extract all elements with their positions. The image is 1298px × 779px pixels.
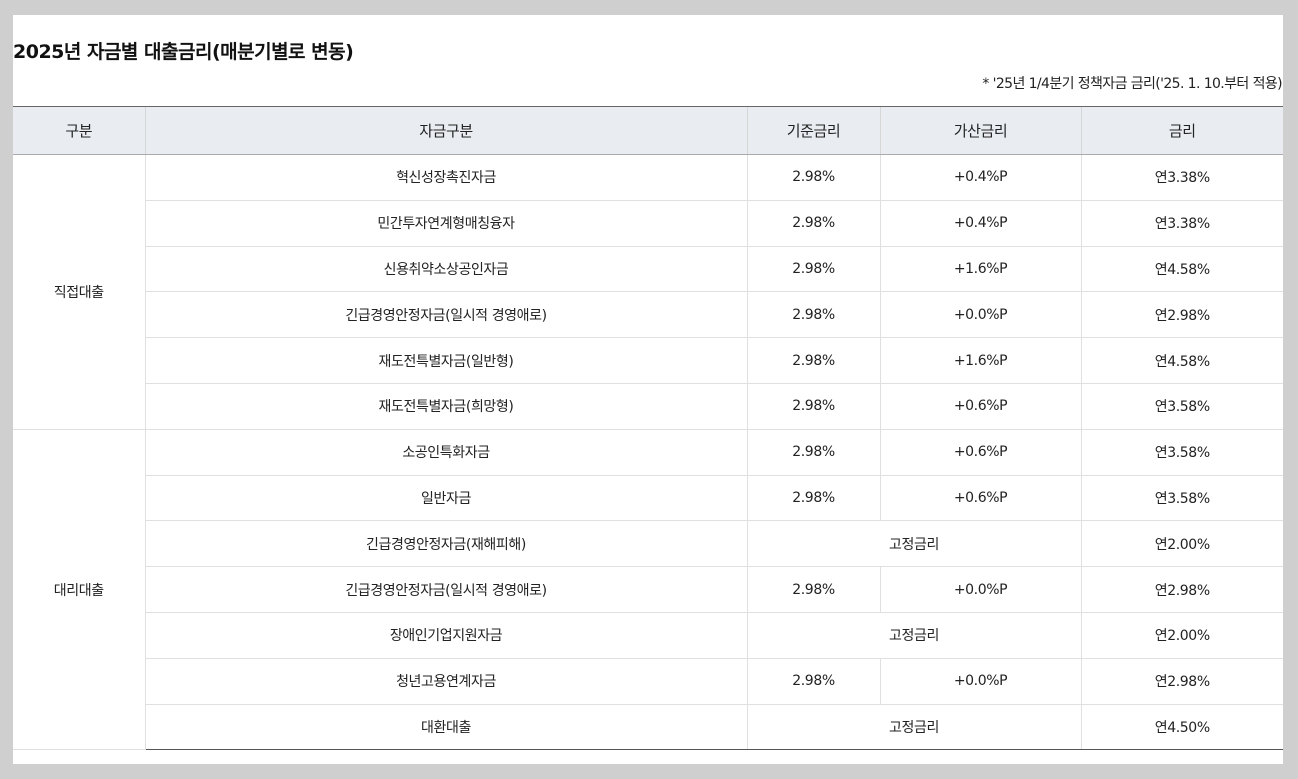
base-rate: 2.98% [746, 246, 880, 293]
header-add-rate: 가산금리 [879, 106, 1081, 155]
table-row: 재도전특별자금(희망형) 2.98% +0.6%P 연3.58% [13, 383, 1283, 430]
fund-name: 혁신성장촉진자금 [144, 154, 747, 201]
base-rate: 2.98% [746, 383, 880, 430]
table-row: 직접대출 혁신성장촉진자금 2.98% +0.4%P 연3.38% [13, 154, 1283, 430]
group-label-agency: 대리대출 [13, 429, 145, 751]
add-rate: +1.6%P [879, 246, 1081, 293]
add-rate: +0.6%P [879, 475, 1081, 522]
content-panel: 2025년 자금별 대출금리(매분기별로 변동) * '25년 1/4분기 정책… [13, 15, 1283, 764]
fixed-rate: 고정금리 [746, 612, 1081, 659]
rate: 연2.98% [1080, 658, 1283, 705]
table-row: 장애인기업지원자금 고정금리 연2.00% [13, 612, 1283, 659]
fund-name: 긴급경영안정자금(재해피해) [144, 520, 747, 568]
fund-name: 청년고용연계자금 [144, 658, 747, 705]
fund-name: 대환대출 [144, 704, 747, 751]
fund-name: 소공인특화자금 [144, 429, 747, 476]
rate: 연3.58% [1080, 383, 1283, 430]
table-row: 일반자금 2.98% +0.6%P 연3.58% [13, 475, 1283, 522]
header-category: 구분 [13, 106, 145, 155]
table-row: 대리대출 소공인특화자금 2.98% +0.6%P 연3.58% [13, 429, 1283, 751]
table-row: 긴급경영안정자금(재해피해) 고정금리 연2.00% [13, 520, 1283, 568]
fixed-rate: 고정금리 [746, 520, 1081, 568]
loan-rate-table: 구분 자금구분 기준금리 가산금리 금리 직접대출 혁신성장촉진자금 2.98%… [13, 106, 1283, 751]
add-rate: +0.0%P [879, 658, 1081, 705]
base-rate: 2.98% [746, 429, 880, 476]
rate: 연4.58% [1080, 337, 1283, 384]
fixed-rate: 고정금리 [746, 704, 1081, 751]
table-row: 민간투자연계형매칭융자 2.98% +0.4%P 연3.38% [13, 200, 1283, 247]
add-rate: +0.6%P [879, 383, 1081, 430]
fund-name: 장애인기업지원자금 [144, 612, 747, 659]
table-row: 재도전특별자금(일반형) 2.98% +1.6%P 연4.58% [13, 337, 1283, 384]
rate: 연4.50% [1080, 704, 1283, 751]
base-rate: 2.98% [746, 475, 880, 522]
add-rate: +0.6%P [879, 429, 1081, 476]
header-base-rate: 기준금리 [746, 106, 880, 155]
add-rate: +0.0%P [879, 291, 1081, 339]
fund-name: 일반자금 [144, 475, 747, 522]
rate: 연3.38% [1080, 200, 1283, 247]
rate: 연2.98% [1080, 566, 1283, 613]
table-header-row: 구분 자금구분 기준금리 가산금리 금리 [13, 106, 1283, 155]
rate-note: * '25년 1/4분기 정책자금 금리('25. 1. 10.부터 적용) [982, 76, 1282, 92]
table-row: 긴급경영안정자금(일시적 경영애로) 2.98% +0.0%P 연2.98% [13, 291, 1283, 339]
fund-name: 재도전특별자금(일반형) [144, 337, 747, 384]
group-label-direct: 직접대출 [13, 154, 145, 430]
base-rate: 2.98% [746, 658, 880, 705]
rate: 연4.58% [1080, 246, 1283, 293]
table-row: 신용취약소상공인자금 2.98% +1.6%P 연4.58% [13, 246, 1283, 293]
table-row: 청년고용연계자금 2.98% +0.0%P 연2.98% [13, 658, 1283, 705]
add-rate: +0.4%P [879, 200, 1081, 247]
page-title: 2025년 자금별 대출금리(매분기별로 변동) [13, 41, 354, 63]
rate: 연3.38% [1080, 154, 1283, 201]
fund-name: 긴급경영안정자금(일시적 경영애로) [144, 566, 747, 613]
fund-name: 재도전특별자금(희망형) [144, 383, 747, 430]
rate: 연3.58% [1080, 475, 1283, 522]
base-rate: 2.98% [746, 200, 880, 247]
add-rate: +1.6%P [879, 337, 1081, 384]
add-rate: +0.4%P [879, 154, 1081, 201]
header-rate: 금리 [1080, 106, 1283, 155]
base-rate: 2.98% [746, 291, 880, 339]
header-fund-type: 자금구분 [144, 106, 747, 155]
rate: 연2.00% [1080, 612, 1283, 659]
table-row: 긴급경영안정자금(일시적 경영애로) 2.98% +0.0%P 연2.98% [13, 566, 1283, 613]
base-rate: 2.98% [746, 337, 880, 384]
fund-name: 민간투자연계형매칭융자 [144, 200, 747, 247]
base-rate: 2.98% [746, 566, 880, 613]
add-rate: +0.0%P [879, 566, 1081, 613]
rate: 연2.98% [1080, 291, 1283, 339]
base-rate: 2.98% [746, 154, 880, 201]
rate: 연2.00% [1080, 520, 1283, 568]
fund-name: 긴급경영안정자금(일시적 경영애로) [144, 291, 747, 339]
table-row: 대환대출 고정금리 연4.50% [13, 704, 1283, 751]
rate: 연3.58% [1080, 429, 1283, 476]
fund-name: 신용취약소상공인자금 [144, 246, 747, 293]
